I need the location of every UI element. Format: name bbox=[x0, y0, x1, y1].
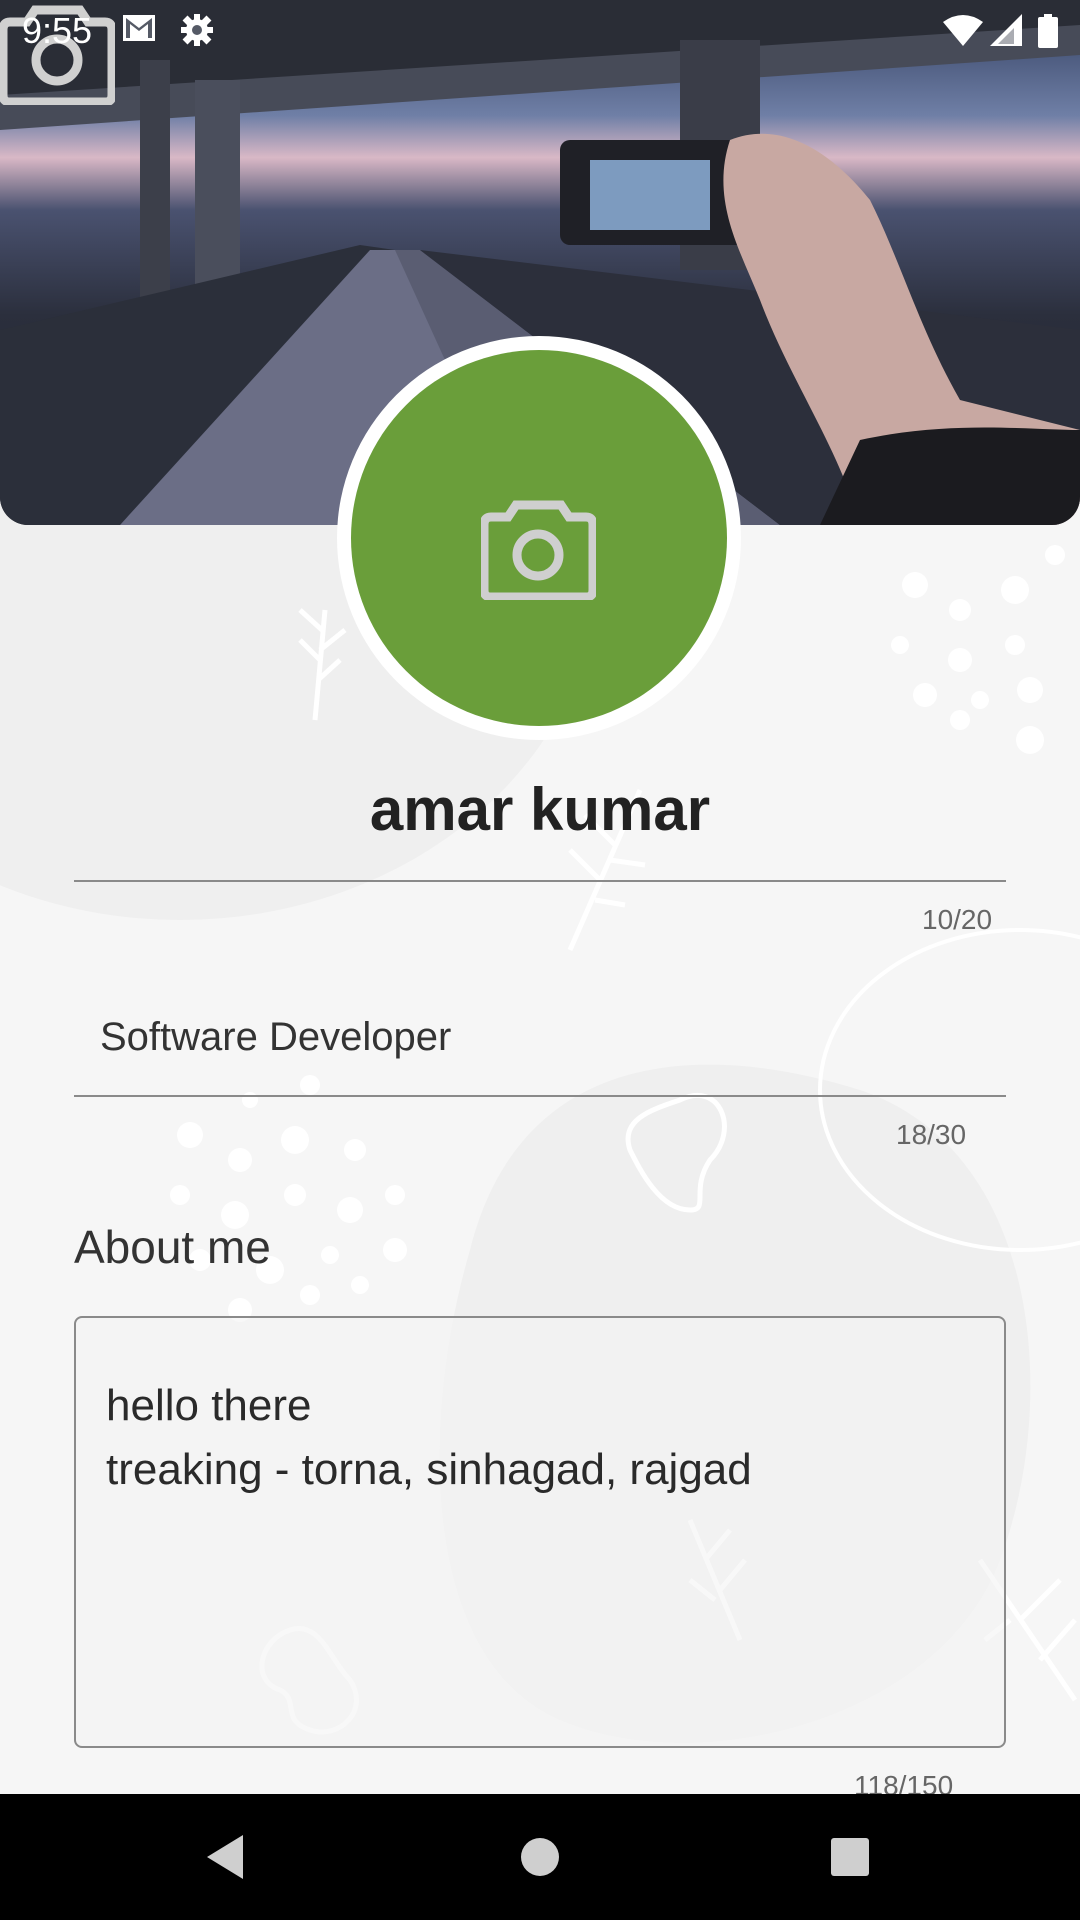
avatar-frame bbox=[337, 336, 741, 740]
title-char-counter: 18/30 bbox=[896, 1119, 967, 1150]
avatar-camera-icon[interactable] bbox=[481, 495, 596, 600]
gmail-icon bbox=[123, 15, 155, 41]
about-me-textarea[interactable]: hello there treaking - torna, sinhagad, … bbox=[74, 1316, 1006, 1748]
wifi-icon bbox=[943, 15, 983, 46]
title-underline bbox=[74, 1095, 1006, 1097]
cell-signal-icon bbox=[990, 14, 1022, 46]
battery-icon bbox=[1038, 14, 1058, 48]
navigation-bar bbox=[0, 1794, 1080, 1920]
status-bar: 9:55 bbox=[0, 0, 1080, 63]
recents-icon[interactable] bbox=[820, 1827, 880, 1887]
avatar[interactable] bbox=[351, 350, 727, 726]
name-input[interactable]: amar kumar bbox=[74, 775, 1006, 844]
back-icon[interactable] bbox=[195, 1827, 255, 1887]
about-me-text: hello there treaking - torna, sinhagad, … bbox=[106, 1381, 752, 1494]
settings-gear-icon bbox=[181, 14, 213, 46]
status-time: 9:55 bbox=[22, 10, 93, 51]
title-input[interactable]: Software Developer bbox=[100, 1015, 451, 1060]
home-icon[interactable] bbox=[510, 1827, 570, 1887]
name-underline bbox=[74, 880, 1006, 882]
name-char-counter: 10/20 bbox=[922, 904, 993, 935]
about-me-label: About me bbox=[74, 1221, 271, 1273]
profile-edit-screen: 9:55 amar kumar 10/20 Software Developer… bbox=[0, 0, 1080, 1920]
